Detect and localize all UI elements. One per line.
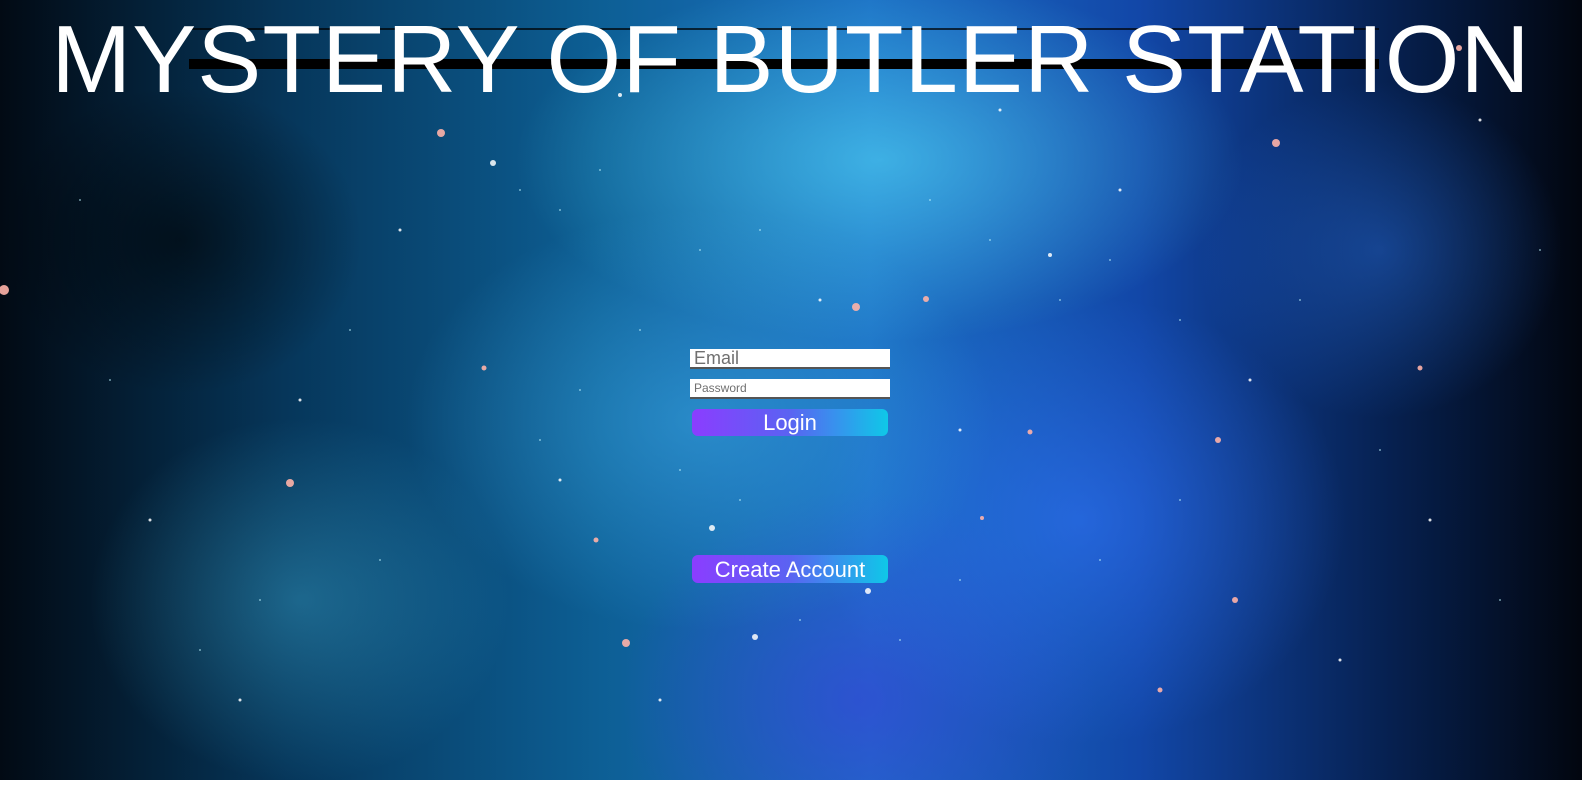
login-page: MYSTERY OF BUTLER STATION Login Create A… — [0, 0, 1582, 788]
page-title: MYSTERY OF BUTLER STATION — [51, 6, 1531, 113]
login-button[interactable]: Login — [692, 409, 888, 436]
create-account-button[interactable]: Create Account — [692, 555, 888, 583]
bottom-edge — [0, 780, 1582, 788]
email-field[interactable] — [690, 349, 890, 369]
login-form: Login — [690, 349, 890, 436]
password-field[interactable] — [690, 379, 890, 399]
